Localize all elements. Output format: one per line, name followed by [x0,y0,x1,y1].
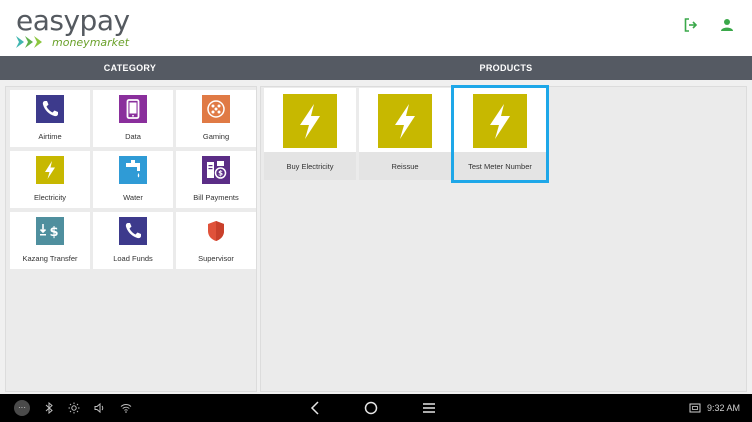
volume-icon[interactable] [94,402,106,414]
kazang-transfer-icon-wrap: $ [36,217,64,245]
system-nav-bar: ··· 9:32 AM [0,394,752,422]
supervisor-icon-wrap [202,217,230,245]
gaming-icon-wrap [202,95,230,123]
category-label: Airtime [38,132,62,141]
brightness-icon[interactable] [68,402,80,414]
menu-icon[interactable] [422,402,436,414]
product-label-bar: Buy Electricity [264,152,356,180]
category-airtime[interactable]: Airtime [10,90,90,147]
lightning-icon [378,94,432,148]
category-label: Load Funds [113,254,153,263]
category-grid: Airtime Data Gaming Electricity Water $ … [10,90,256,269]
category-heading: CATEGORY [103,63,157,73]
category-label: Kazang Transfer [22,254,78,263]
water-icon-wrap [119,156,147,184]
category-label: Gaming [202,132,230,141]
logo-arrows-icon [16,36,42,48]
bluetooth-icon[interactable] [44,402,54,414]
header-actions [682,16,736,34]
product-label: Buy Electricity [286,161,334,171]
product-label-bar: Test Meter Number [454,152,546,180]
category-label: Bill Payments [193,193,239,202]
category-label: Data [125,132,141,141]
category-label: Supervisor [198,254,234,263]
transfer-icon: $ [36,217,64,245]
products-heading: PRODUCTS [479,63,533,73]
logo-easy: easy [16,4,80,37]
category-panel: Airtime Data Gaming Electricity Water $ … [5,86,257,392]
category-bill-payments[interactable]: $ Bill Payments [176,151,256,208]
main-content: Airtime Data Gaming Electricity Water $ … [0,80,752,394]
data-icon-wrap [119,95,147,123]
water-tap-icon [119,156,147,184]
products-panel: Buy Electricity Reissue Test Meter Numbe… [260,85,747,392]
logo-pay: pay [79,4,131,37]
logout-button[interactable] [682,16,700,34]
tablet-icon [119,95,147,123]
products-grid: Buy Electricity Reissue Test Meter Numbe… [264,85,549,183]
lightning-icon [283,94,337,148]
wifi-icon[interactable] [120,403,132,413]
logout-icon [684,18,698,32]
bill-payments-icon: $ [202,156,230,184]
category-label: Water [123,193,143,202]
easypay-app: easypay moneymarket CATEGORY PRODUCTS Ai… [0,0,752,422]
product-icon-wrap [283,94,337,148]
user-icon [721,19,733,31]
section-header-bar: CATEGORY PRODUCTS [0,56,752,80]
product-label: Test Meter Number [468,161,532,171]
logo-wordmark: easypay [16,4,130,37]
category-load-funds[interactable]: Load Funds [93,212,173,269]
product-test-meter-number[interactable]: Test Meter Number [451,85,549,183]
phone-icon [119,217,147,245]
product-label-bar: Reissue [359,152,451,180]
product-icon-wrap [473,94,527,148]
product-label: Reissue [391,161,419,171]
airtime-icon-wrap [36,95,64,123]
bill-payments-icon-wrap: $ [202,156,230,184]
category-electricity[interactable]: Electricity [10,151,90,208]
product-reissue[interactable]: Reissue [359,88,451,180]
category-data[interactable]: Data [93,90,173,147]
product-buy-electricity[interactable]: Buy Electricity [264,88,356,180]
gaming-icon [202,95,230,123]
system-time: 9:32 AM [706,403,740,413]
screen-icon[interactable] [689,403,701,413]
app-header: easypay moneymarket [0,0,752,56]
lightning-icon [36,156,64,184]
electricity-icon-wrap [36,156,64,184]
system-clock-area: 9:32 AM [689,394,740,422]
category-label: Electricity [33,193,67,202]
lightning-icon [473,94,527,148]
category-water[interactable]: Water [93,151,173,208]
system-status-icons: ··· [14,394,132,422]
back-icon[interactable] [310,401,320,415]
category-kazang-transfer[interactable]: $ Kazang Transfer [10,212,90,269]
shield-icon [208,221,224,241]
easypay-logo: easypay moneymarket [16,4,156,52]
logo-subtitle-text: moneymarket [52,35,130,49]
user-profile-button[interactable] [718,16,736,34]
svg-text:$: $ [218,170,223,178]
category-supervisor[interactable]: Supervisor [176,212,256,269]
more-icon[interactable]: ··· [14,400,30,416]
category-gaming[interactable]: Gaming [176,90,256,147]
svg-text:$: $ [49,225,58,240]
android-nav-buttons [310,394,436,422]
phone-icon [36,95,64,123]
logo-subtitle: moneymarket [16,34,129,50]
load-funds-icon-wrap [119,217,147,245]
product-icon-wrap [378,94,432,148]
home-icon[interactable] [364,401,378,415]
